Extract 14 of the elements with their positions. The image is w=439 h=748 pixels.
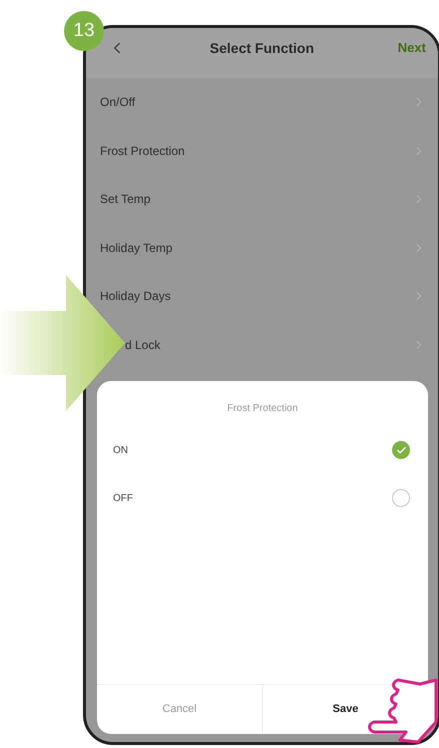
option-label[interactable]: ON [113, 442, 128, 458]
function-label[interactable]: Holiday Temp [100, 238, 172, 257]
option-label[interactable]: OFF [113, 490, 133, 506]
dialog-title: Frost Protection [227, 402, 298, 416]
next-link[interactable]: Next [398, 38, 426, 58]
function-label[interactable]: Holiday Days [100, 287, 171, 306]
function-label[interactable]: Set Temp [100, 190, 150, 208]
function-label[interactable]: Frost Protection [100, 142, 185, 160]
function-label[interactable]: d Lock [125, 336, 160, 354]
step-badge: 13 [64, 11, 104, 51]
function-label[interactable]: On/Off [100, 93, 136, 112]
radio-button[interactable] [392, 489, 410, 507]
screen-title: Select Function [210, 38, 314, 58]
cancel-button[interactable]: Cancel [97, 685, 262, 734]
